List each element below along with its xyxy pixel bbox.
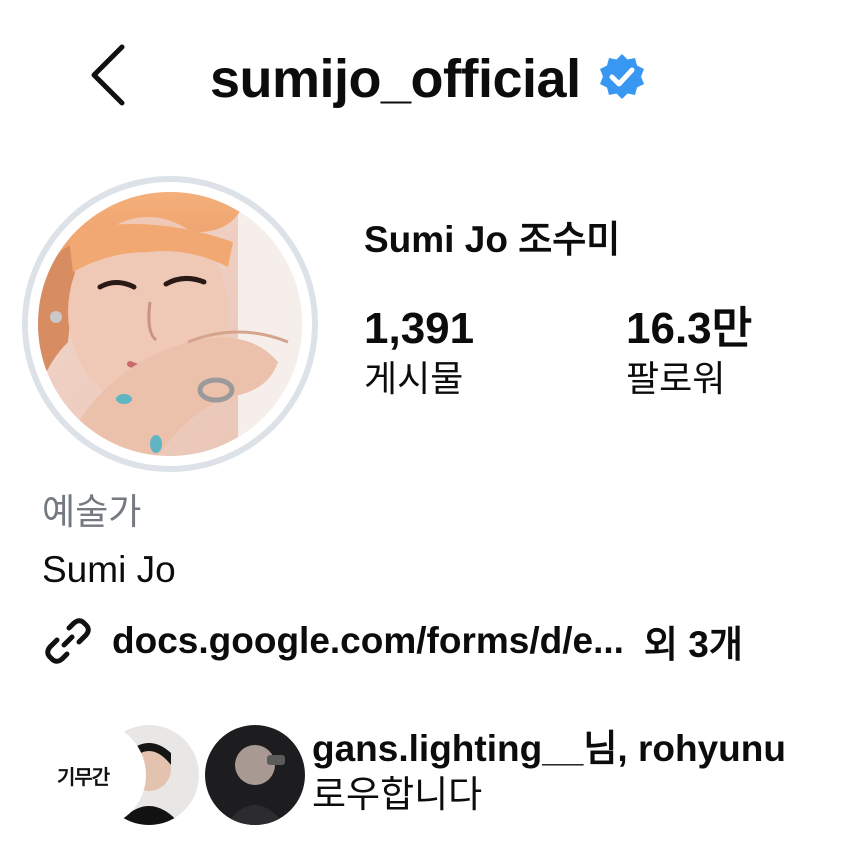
profile-category: 예술가: [42, 491, 142, 532]
profile-link-text[interactable]: docs.google.com/forms/d/e...: [112, 620, 624, 662]
stat-posts[interactable]: 1,391 게시물: [364, 304, 475, 401]
stat-posts-label: 게시물: [364, 358, 464, 400]
mutual-follower-logo-text: 기무간: [57, 765, 110, 789]
profile-username: sumijo_official: [210, 49, 581, 109]
mutual-followers-avatars[interactable]: 기무간: [40, 722, 308, 828]
link-icon: [40, 613, 96, 669]
mutual-followers-names: gans.lighting__님, rohyunu: [312, 728, 786, 769]
profile-avatar-ring[interactable]: [22, 176, 318, 472]
mutual-followers-text[interactable]: gans.lighting__님, rohyunu 로우합니다: [312, 726, 853, 819]
profile-display-name: Sumi Jo 조수미: [364, 219, 621, 260]
verified-badge-icon: [597, 52, 647, 107]
profile-avatar: [38, 192, 302, 456]
stat-followers-label: 팔로워: [626, 358, 726, 400]
bio-name: Sumi Jo: [42, 549, 176, 590]
stat-posts-value: 1,391: [364, 304, 475, 353]
stat-followers[interactable]: 16.3만 팔로워: [626, 304, 753, 401]
mutual-follower-avatar-1: 기무간: [40, 722, 146, 828]
stat-followers-value: 16.3만: [626, 304, 753, 353]
profile-link-more[interactable]: 외 3개: [644, 614, 743, 668]
mutual-followers-suffix: 로우합니다: [312, 774, 483, 816]
chevron-left-icon: [88, 43, 128, 112]
profile-link[interactable]: docs.google.com/forms/d/e... 외 3개: [40, 612, 743, 670]
back-button[interactable]: [78, 40, 138, 114]
mutual-follower-avatar-3: [202, 722, 308, 828]
profile-header: sumijo_official: [210, 44, 647, 114]
